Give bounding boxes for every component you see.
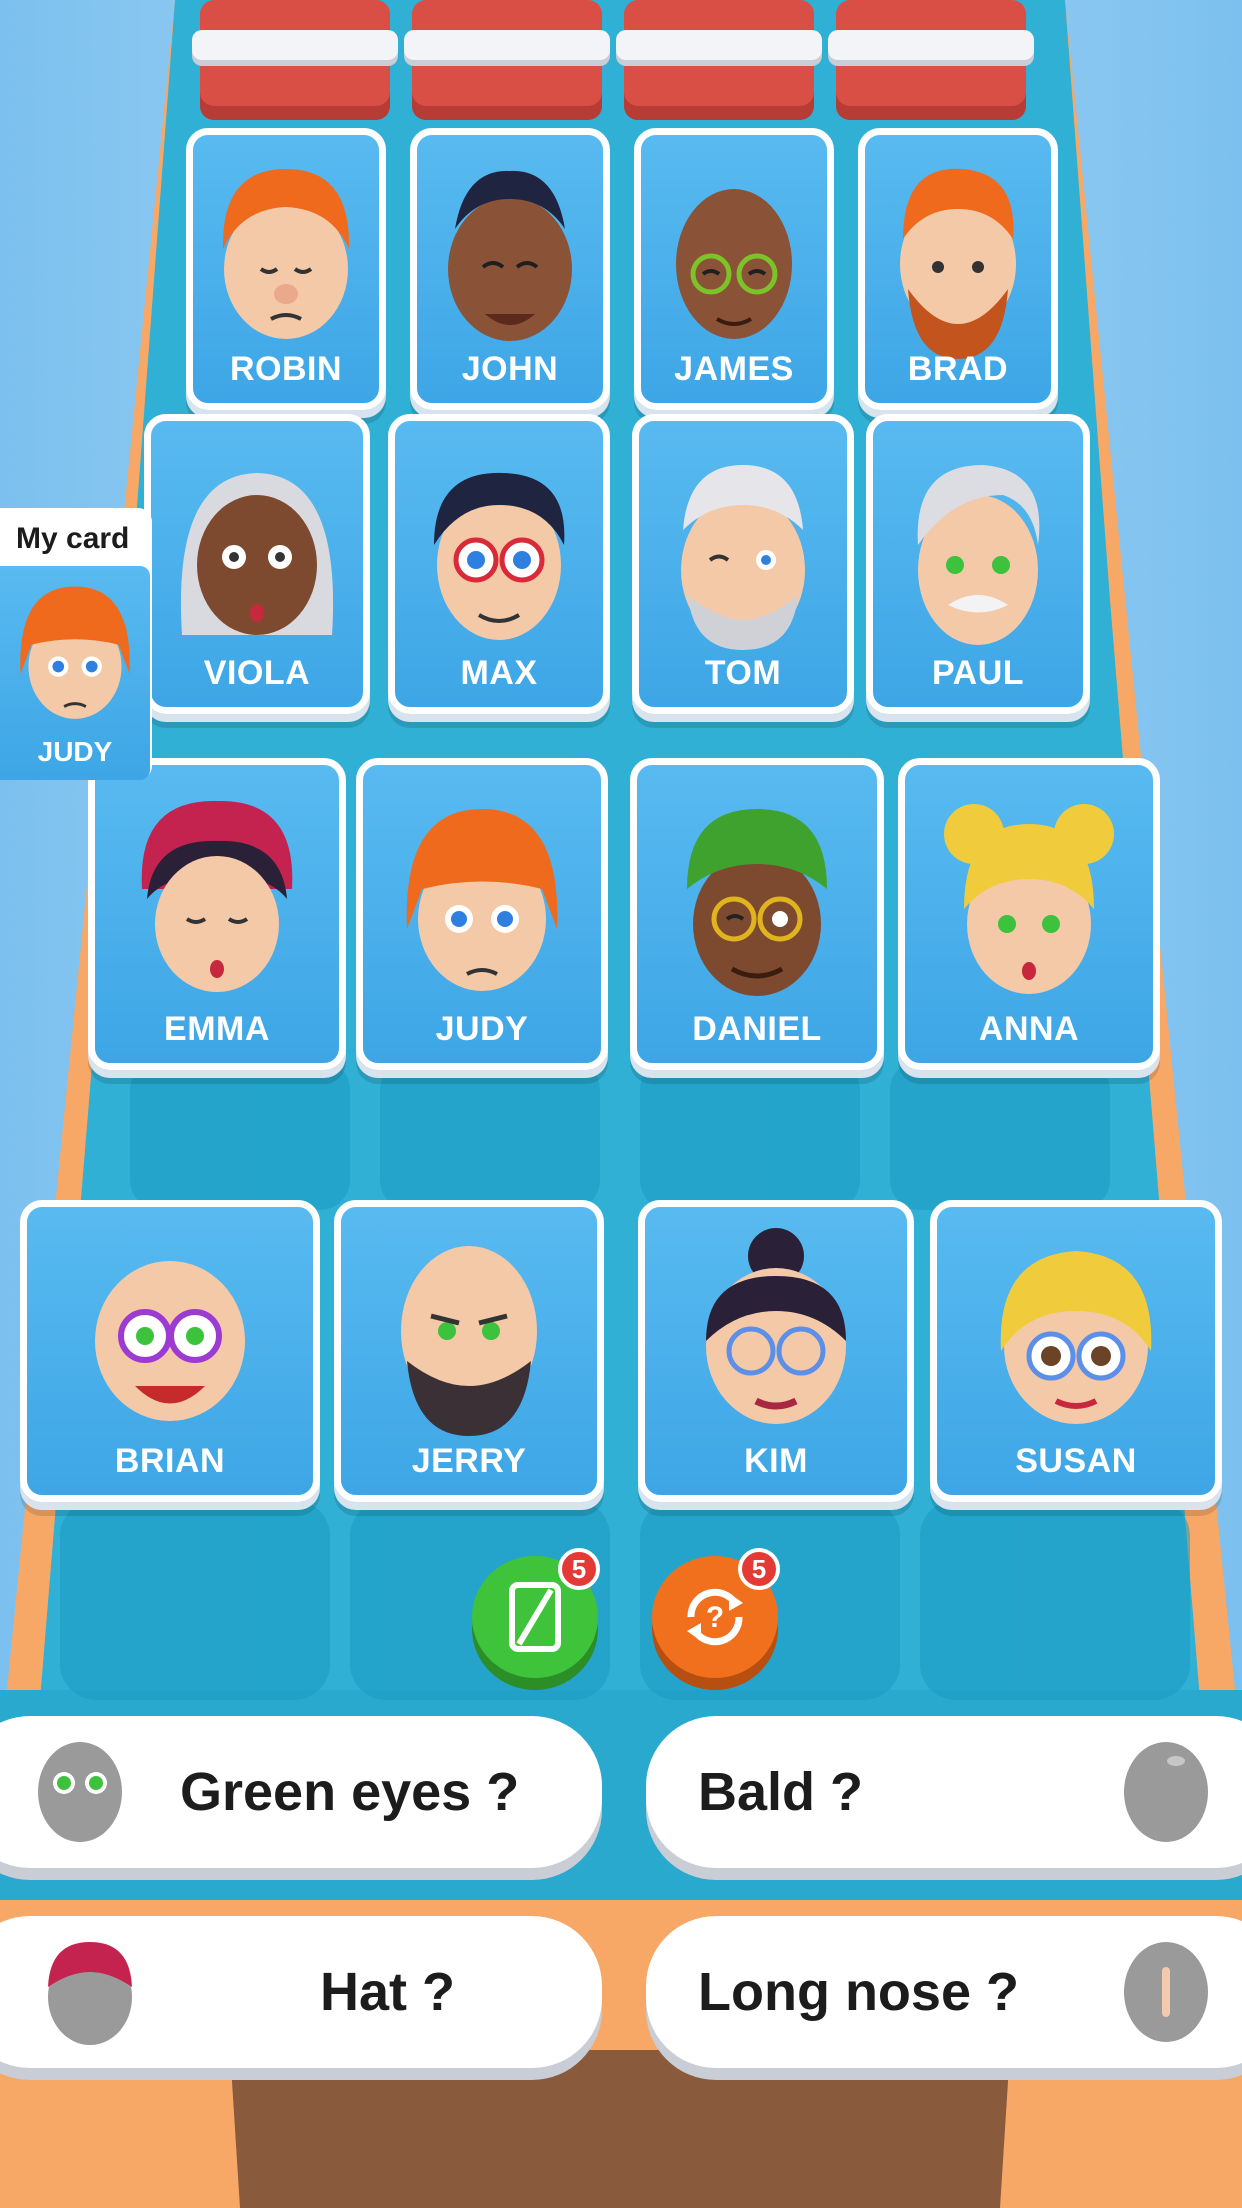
- question-hat-button[interactable]: Hat ?: [0, 1916, 602, 2068]
- character-card-kim[interactable]: KIM: [638, 1200, 914, 1502]
- my-card: JUDY: [0, 566, 150, 780]
- character-card-daniel[interactable]: DANIEL: [630, 758, 884, 1070]
- character-card-jerry[interactable]: JERRY: [334, 1200, 604, 1502]
- long-nose-head-icon: [1124, 1942, 1208, 2042]
- face-jerry-icon: [401, 1246, 537, 1436]
- face-john-icon: [448, 170, 572, 341]
- character-card-susan[interactable]: SUSAN: [930, 1200, 1222, 1502]
- question-label: Bald ?: [698, 1762, 864, 1822]
- game-scene: ROBIN JOHN JAMES BRAD VIOLA MAX TOM PAUL…: [0, 0, 1242, 2208]
- face-james-icon: [676, 189, 792, 339]
- face-anna-icon: [944, 804, 1114, 994]
- hat-head-icon: [48, 1942, 132, 2045]
- flipped-card: [616, 0, 822, 120]
- card-name: MAX: [460, 654, 538, 692]
- character-card-paul[interactable]: PAUL: [866, 414, 1090, 714]
- question-refresh-icon: ?: [687, 1588, 743, 1646]
- card-name: BRIAN: [114, 1442, 226, 1480]
- question-count-badge: 5: [738, 1548, 780, 1590]
- card-name: DANIEL: [692, 1010, 822, 1048]
- flipped-card: [404, 0, 610, 120]
- card-name: JAMES: [674, 350, 794, 388]
- bald-head-icon: [1124, 1742, 1208, 1842]
- card-icon: [509, 1582, 561, 1652]
- character-card-brian[interactable]: BRIAN: [20, 1200, 320, 1502]
- character-card-anna[interactable]: ANNA: [898, 758, 1160, 1070]
- question-green-eyes-button[interactable]: Green eyes ?: [0, 1716, 602, 1868]
- face-brian-icon: [95, 1261, 245, 1421]
- face-susan-icon: [1000, 1251, 1152, 1424]
- card-name: PAUL: [931, 654, 1025, 692]
- character-card-james[interactable]: JAMES: [634, 128, 834, 410]
- face-judy-icon: [406, 809, 558, 991]
- top-slots: [192, 0, 1040, 130]
- face-viola-icon: [180, 473, 334, 635]
- face-robin-icon: [222, 169, 350, 339]
- question-label: Long nose ?: [698, 1962, 1019, 2022]
- face-kim-icon: [706, 1228, 846, 1424]
- guess-count-badge: 5: [558, 1548, 600, 1590]
- face-max-icon: [434, 472, 565, 640]
- character-card-emma[interactable]: EMMA: [88, 758, 346, 1070]
- card-name: ROBIN: [229, 350, 343, 388]
- face-brad-icon: [900, 168, 1016, 359]
- character-card-max[interactable]: MAX: [388, 414, 610, 714]
- new-question-button[interactable]: ? 5: [652, 1548, 780, 1678]
- card-name: ANNA: [978, 1010, 1080, 1048]
- card-name: JOHN: [461, 350, 559, 388]
- face-judy-icon: [20, 586, 130, 719]
- face-tom-icon: [681, 465, 805, 650]
- question-label: Hat ?: [320, 1962, 455, 2022]
- question-label: Green eyes ?: [180, 1762, 520, 1822]
- guess-card-button[interactable]: 5: [472, 1548, 600, 1678]
- my-card-title: My card: [16, 522, 130, 555]
- my-card-panel: My card JUDY: [0, 508, 152, 780]
- face-emma-icon: [141, 800, 293, 992]
- character-card-viola[interactable]: VIOLA: [144, 414, 370, 714]
- card-name: BRAD: [907, 350, 1009, 388]
- face-daniel-icon: [687, 809, 827, 996]
- character-card-judy[interactable]: JUDY: [356, 758, 608, 1070]
- card-name: EMMA: [164, 1010, 270, 1048]
- svg-text:?: ?: [706, 1601, 724, 1634]
- card-name: KIM: [744, 1442, 808, 1480]
- card-name: VIOLA: [203, 654, 311, 692]
- character-card-robin[interactable]: ROBIN: [186, 128, 386, 410]
- flipped-card: [192, 0, 398, 120]
- face-paul-icon: [917, 465, 1040, 645]
- character-card-john[interactable]: JOHN: [410, 128, 610, 410]
- question-long-nose-button[interactable]: Long nose ?: [646, 1916, 1242, 2068]
- card-name: SUSAN: [1015, 1442, 1137, 1480]
- green-eyes-head-icon: [38, 1742, 122, 1842]
- character-card-brad[interactable]: BRAD: [858, 128, 1058, 410]
- card-name: TOM: [704, 654, 782, 692]
- flipped-card: [828, 0, 1034, 120]
- question-bald-button[interactable]: Bald ?: [646, 1716, 1242, 1868]
- character-card-tom[interactable]: TOM: [632, 414, 854, 714]
- card-name: JUDY: [435, 1010, 529, 1048]
- card-name: JERRY: [411, 1442, 527, 1480]
- my-card-name: JUDY: [37, 736, 113, 767]
